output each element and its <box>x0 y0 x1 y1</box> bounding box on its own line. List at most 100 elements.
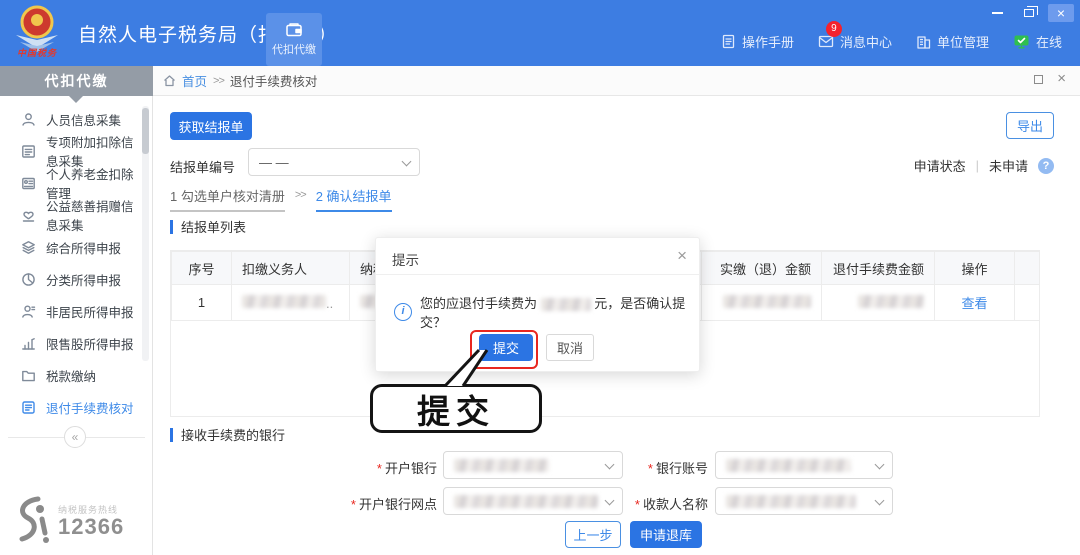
bank-account-select[interactable] <box>715 451 893 479</box>
status-group: 申请状态 | 未申请 ? <box>914 156 1054 175</box>
sidebar-scrollbar-thumb[interactable] <box>142 108 149 154</box>
payee-name-select[interactable] <box>715 487 893 515</box>
sidebar-item-label: 综合所得申报 <box>46 241 122 256</box>
field-label-text: 收款人名称 <box>642 497 708 512</box>
mail-icon <box>818 35 834 48</box>
sidebar-item-personnel-info[interactable]: 人员信息采集 <box>0 107 145 131</box>
step-2-active[interactable]: 2 确认结报单 <box>315 186 392 212</box>
fetch-statement-button[interactable]: 获取结报单 <box>170 112 252 140</box>
logo-text: 中国税务 <box>16 48 57 58</box>
col-empty <box>1014 251 1040 285</box>
breadcrumb-home[interactable]: 首页 <box>182 71 207 90</box>
sidebar-scrollbar[interactable] <box>142 106 149 361</box>
close-button[interactable]: × <box>1048 4 1074 22</box>
required-mark: * <box>350 497 356 512</box>
dialog-body: i 您的应退付手续费为 元，是否确认提交？ <box>394 293 694 331</box>
sidebar-item-refund-fee-check[interactable]: 退付手续费核对 <box>0 395 145 419</box>
dialog-cancel-button[interactable]: 取消 <box>546 334 594 361</box>
sidebar-item-label: 限售股所得申报 <box>46 337 134 352</box>
person-icon <box>22 112 35 126</box>
sidebar: 代扣代缴 人员信息采集 专项附加扣除信息采集 个人养老金扣除管理 公益慈善捐赠信… <box>0 66 153 555</box>
list-section-title: 结报单列表 <box>170 217 246 236</box>
chevron-down-icon <box>874 495 885 506</box>
pie-chart-icon <box>22 272 35 286</box>
cell-index: 1 <box>171 284 232 321</box>
section-title-text: 结报单列表 <box>181 220 247 235</box>
sidebar-item-restricted-shares[interactable]: 限售股所得申报 <box>0 331 145 355</box>
section-title-text: 接收手续费的银行 <box>181 428 286 443</box>
sidebar-collapse-button[interactable]: « <box>64 426 86 448</box>
chevron-down-icon <box>401 156 412 167</box>
nav-messages-label: 消息中心 <box>839 35 892 50</box>
panel-restore-icon[interactable] <box>1034 74 1044 84</box>
restore-button[interactable] <box>1016 4 1042 22</box>
required-mark: * <box>647 461 653 476</box>
hotline-number: 12366 <box>58 513 125 539</box>
step-indicator: 1 勾选单户核对清册 >> 2 确认结报单 <box>170 186 392 212</box>
redacted-value <box>242 294 326 308</box>
field-label-text: 开户银行 <box>384 461 437 476</box>
app-header: 中国税务 自然人电子税务局（扣缴端） 代扣代缴 × 操作手册 9 消息中心 单位… <box>0 0 1080 66</box>
status-label: 申请状态 <box>913 159 966 174</box>
redacted-value <box>454 494 598 508</box>
bank-account-label: * 银行账号 <box>588 458 708 477</box>
sidebar-item-special-deduction[interactable]: 专项附加扣除信息采集 <box>0 136 145 169</box>
cell-empty <box>1014 284 1040 321</box>
col-withholding-agent: 扣缴义务人 <box>231 251 350 285</box>
sidebar-item-classified-income[interactable]: 分类所得申报 <box>0 267 145 291</box>
col-index: 序号 <box>171 251 232 285</box>
nav-org[interactable]: 单位管理 <box>916 32 989 51</box>
tab-daikou-daijiao[interactable]: 代扣代缴 <box>266 13 322 66</box>
chevron-down-icon <box>874 459 885 470</box>
step-separator: >> <box>294 189 307 201</box>
receipt-no-label: 结报单编号 <box>170 160 236 175</box>
tab-label: 代扣代缴 <box>272 44 316 56</box>
sidebar-item-comprehensive-income[interactable]: 综合所得申报 <box>0 235 145 259</box>
sidebar-item-nonresident-income[interactable]: 非居民所得申报 <box>0 299 145 323</box>
previous-step-button[interactable]: 上一步 <box>565 521 621 548</box>
open-bank-label: * 开户银行 <box>317 458 437 477</box>
restore-icon <box>1024 6 1038 17</box>
receipt-icon <box>22 400 35 414</box>
status-divider: | <box>975 158 979 173</box>
apply-refund-button[interactable]: 申请退库 <box>630 521 702 548</box>
cell-paid-amount <box>701 284 822 321</box>
minimize-button[interactable] <box>984 4 1010 22</box>
sidebar-item-label: 非居民所得申报 <box>46 305 134 320</box>
help-icon[interactable]: ? <box>1038 157 1054 174</box>
window-controls: × <box>984 4 1074 22</box>
view-link[interactable]: 查看 <box>961 296 987 311</box>
receipt-no-select[interactable]: — — <box>248 148 420 176</box>
dialog-message-prefix: 您的应退付手续费为 <box>420 296 538 311</box>
payee-name-label: * 收款人名称 <box>588 494 708 513</box>
dialog-close-icon[interactable]: × <box>677 246 687 266</box>
folder-icon <box>22 370 35 381</box>
truncation-marker: .. <box>326 295 334 311</box>
dialog-divider <box>376 274 699 275</box>
export-button[interactable]: 导出 <box>1006 112 1054 139</box>
dialog-message: 您的应退付手续费为 元，是否确认提交？ <box>420 293 694 331</box>
nav-online-status[interactable]: 在线 <box>1013 32 1062 51</box>
col-paid-amount: 实缴（退）金额 <box>701 251 822 285</box>
close-icon: × <box>1056 5 1066 21</box>
sidebar-item-label: 税款缴纳 <box>46 369 97 384</box>
status-value: 未申请 <box>988 159 1028 174</box>
info-icon: i <box>394 303 412 321</box>
header-nav: 操作手册 9 消息中心 单位管理 在线 <box>721 21 1062 51</box>
callout-tail <box>443 348 489 388</box>
col-action: 操作 <box>934 251 1015 285</box>
sidebar-item-tax-payment[interactable]: 税款缴纳 <box>0 363 145 387</box>
nav-manual[interactable]: 操作手册 <box>721 32 794 51</box>
online-monitor-icon <box>1014 35 1029 49</box>
panel-close-icon[interactable]: × <box>1057 71 1066 86</box>
sidebar-item-pension-deduction[interactable]: 个人养老金扣除管理 <box>0 168 145 201</box>
nav-online-label: 在线 <box>1035 35 1062 50</box>
person-alt-icon <box>22 304 36 318</box>
nav-messages[interactable]: 9 消息中心 <box>818 21 892 51</box>
redacted-amount <box>540 298 591 312</box>
info-glyph: i <box>401 305 405 317</box>
step-1[interactable]: 1 勾选单户核对清册 <box>170 186 285 212</box>
cell-refund-fee <box>821 284 935 321</box>
sidebar-item-charity-donation[interactable]: 公益慈善捐赠信息采集 <box>0 200 145 233</box>
field-label-text: 开户银行网点 <box>358 497 437 512</box>
